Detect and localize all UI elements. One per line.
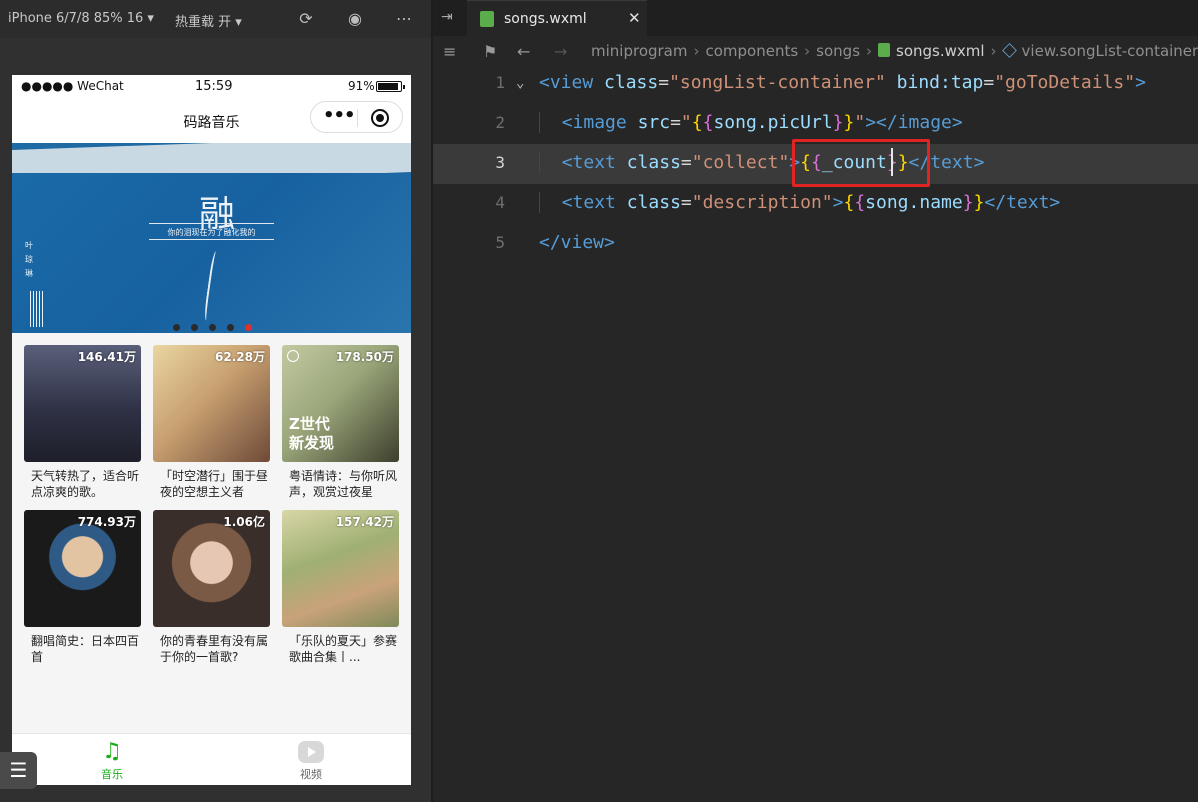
swiper-dot[interactable] <box>173 324 180 331</box>
banner-subtitle: 你的泪现在为了融化我的 <box>167 228 256 237</box>
playlist-cover[interactable]: 62.28万 <box>153 345 270 462</box>
playlist-cover[interactable]: 146.41万 <box>24 345 141 462</box>
playlist-card[interactable]: 62.28万 「时空潜行」围于昼夜的空想主义者 <box>153 345 270 500</box>
code-line[interactable]: 4 <text class="description">{{song.name}… <box>433 184 1198 224</box>
battery-percent: 91% <box>348 79 375 93</box>
play-count: 774.93万 <box>77 515 136 529</box>
video-play-icon <box>281 738 341 766</box>
refresh-icon[interactable]: ⟳ <box>296 9 316 29</box>
music-note-icon: ♫ <box>102 739 122 764</box>
wxml-file-icon <box>878 43 891 57</box>
playlist-card[interactable]: 178.50万 Z世代 新发现 粤语情诗：与你听风声，观赏过夜星 <box>282 345 399 500</box>
banner-rule-top <box>149 223 274 224</box>
breadcrumb-item[interactable]: view.songList-container <box>1022 42 1198 60</box>
fold-chevron-icon[interactable]: ⌄ <box>516 64 524 102</box>
line-number: 1 <box>495 73 505 92</box>
bookmark-icon[interactable]: ⚑ <box>483 42 497 61</box>
clock: 15:59 <box>195 79 233 94</box>
banner-swiper[interactable]: 融 你的泪现在为了融化我的 叶琼琳 <box>12 143 411 333</box>
file-tab-songs-wxml[interactable]: songs.wxml ✕ <box>467 0 647 36</box>
page-stack-button[interactable]: ☰ <box>0 752 37 789</box>
playlist-cover[interactable]: 774.93万 <box>24 510 141 627</box>
editor-tab-strip: ⇥ songs.wxml ✕ <box>433 0 1198 36</box>
playlist-description: 「乐队的夏天」参赛歌曲合集丨... <box>289 634 398 664</box>
close-tab-icon[interactable]: ✕ <box>628 9 641 27</box>
device-selector[interactable]: iPhone 6/7/8 85% 16 ▾ <box>8 11 154 26</box>
simulator-toolbar: iPhone 6/7/8 85% 16 ▾ 热重载 开 ▾ ⟳ ◉ ⋯ <box>0 0 431 38</box>
code-editor: ⇥ songs.wxml ✕ ≡ ⚑ ← → miniprogram › compo… <box>433 0 1198 802</box>
playlist-description: 「时空潜行」围于昼夜的空想主义者 <box>160 469 269 499</box>
play-count: 146.41万 <box>77 350 136 364</box>
breadcrumb: ≡ ⚑ ← → miniprogram › components › songs › son… <box>433 36 1198 66</box>
swiper-dot-active[interactable] <box>245 324 252 331</box>
banner-artist: 叶琼琳 <box>25 241 33 278</box>
line-number: 2 <box>495 113 505 132</box>
stop-icon[interactable]: ◉ <box>345 9 365 29</box>
breadcrumb-item[interactable]: songs <box>816 42 860 60</box>
banner-rule-bottom <box>149 239 274 240</box>
play-count: 62.28万 <box>215 350 265 364</box>
status-bar: ●●●●● WeChat 15:59 91% <box>12 75 411 97</box>
playlist-card[interactable]: 146.41万 天气转热了，适合听点凉爽的歌。 <box>24 345 141 500</box>
swiper-dot[interactable] <box>209 324 216 331</box>
simulator-panel: iPhone 6/7/8 85% 16 ▾ 热重载 开 ▾ ⟳ ◉ ⋯ ●●●●… <box>0 0 431 802</box>
hot-reload-toggle[interactable]: 热重载 开 ▾ <box>175 11 242 30</box>
carrier-label: ●●●●● WeChat <box>21 79 124 93</box>
netease-logo-icon <box>287 350 299 362</box>
more-dots-icon[interactable]: ••• <box>323 105 356 126</box>
line-number: 4 <box>495 193 505 212</box>
playlist-description: 天气转热了，适合听点凉爽的歌。 <box>31 469 140 499</box>
menu-capsule[interactable]: ••• <box>310 101 403 133</box>
outline-list-icon[interactable]: ≡ <box>443 42 456 61</box>
play-count: 178.50万 <box>335 350 394 364</box>
playlist-cover[interactable]: 178.50万 Z世代 新发现 <box>282 345 399 462</box>
phone-screen: ●●●●● WeChat 15:59 91% 码路音乐 ••• 融 你的泪现在为… <box>12 75 411 785</box>
back-arrow-icon[interactable]: ← <box>517 42 530 61</box>
swiper-indicator <box>173 316 263 331</box>
playlist-card[interactable]: 1.06亿 你的青春里有没有属于你的一首歌? <box>153 510 270 665</box>
playlist-card[interactable]: 157.42万 「乐队的夏天」参赛歌曲合集丨... <box>282 510 399 665</box>
code-line[interactable]: 1 ⌄ <view class="songList-container" bin… <box>433 64 1198 104</box>
cover-overlay-text: Z世代 新发现 <box>289 415 335 452</box>
swiper-dot[interactable] <box>191 324 198 331</box>
tab-video[interactable]: 视频 <box>281 738 341 782</box>
code-line[interactable]: 5 </view> <box>433 224 1198 264</box>
play-count: 1.06亿 <box>223 515 265 529</box>
swiper-dot[interactable] <box>227 324 234 331</box>
playlist-card[interactable]: 774.93万 翻唱简史：日本四百首 <box>24 510 141 665</box>
playlist-cover[interactable]: 1.06亿 <box>153 510 270 627</box>
tab-music[interactable]: ♫ 音乐 <box>82 738 142 782</box>
banner-barcode <box>30 291 44 327</box>
breadcrumb-item[interactable]: components <box>705 42 798 60</box>
element-cube-icon <box>1001 43 1017 58</box>
close-miniprogram-icon[interactable] <box>371 109 389 127</box>
text-cursor <box>891 148 893 176</box>
breadcrumb-item[interactable]: songs.wxml <box>896 42 985 60</box>
battery-icon <box>376 81 405 92</box>
forward-arrow-icon[interactable]: → <box>554 42 567 61</box>
nav-bar: 码路音乐 ••• <box>12 97 411 143</box>
playlist-description: 你的青春里有没有属于你的一首歌? <box>160 634 269 664</box>
more-icon[interactable]: ⋯ <box>394 9 414 29</box>
play-count: 157.42万 <box>335 515 394 529</box>
playlist-description: 翻唱简史：日本四百首 <box>31 634 140 664</box>
tab-label: 视频 <box>300 768 322 781</box>
breadcrumb-item[interactable]: miniprogram <box>591 42 687 60</box>
tab-label: 音乐 <box>101 768 123 781</box>
code-line[interactable]: 2 <image src="{{song.picUrl}}"></image> <box>433 104 1198 144</box>
list-icon: ☰ <box>9 758 28 782</box>
file-tab-label: songs.wxml <box>504 11 587 27</box>
line-number: 5 <box>495 233 505 252</box>
collapse-sidebar-icon[interactable]: ⇥ <box>441 9 453 25</box>
tab-bar: ♫ 音乐 视频 <box>12 733 411 785</box>
playlist-description: 粤语情诗：与你听风声，观赏过夜星 <box>289 469 398 499</box>
wxml-file-icon <box>480 11 494 27</box>
line-number: 3 <box>495 153 505 172</box>
highlight-annotation-box <box>792 139 930 187</box>
playlist-cover[interactable]: 157.42万 <box>282 510 399 627</box>
capsule-divider <box>357 109 358 127</box>
